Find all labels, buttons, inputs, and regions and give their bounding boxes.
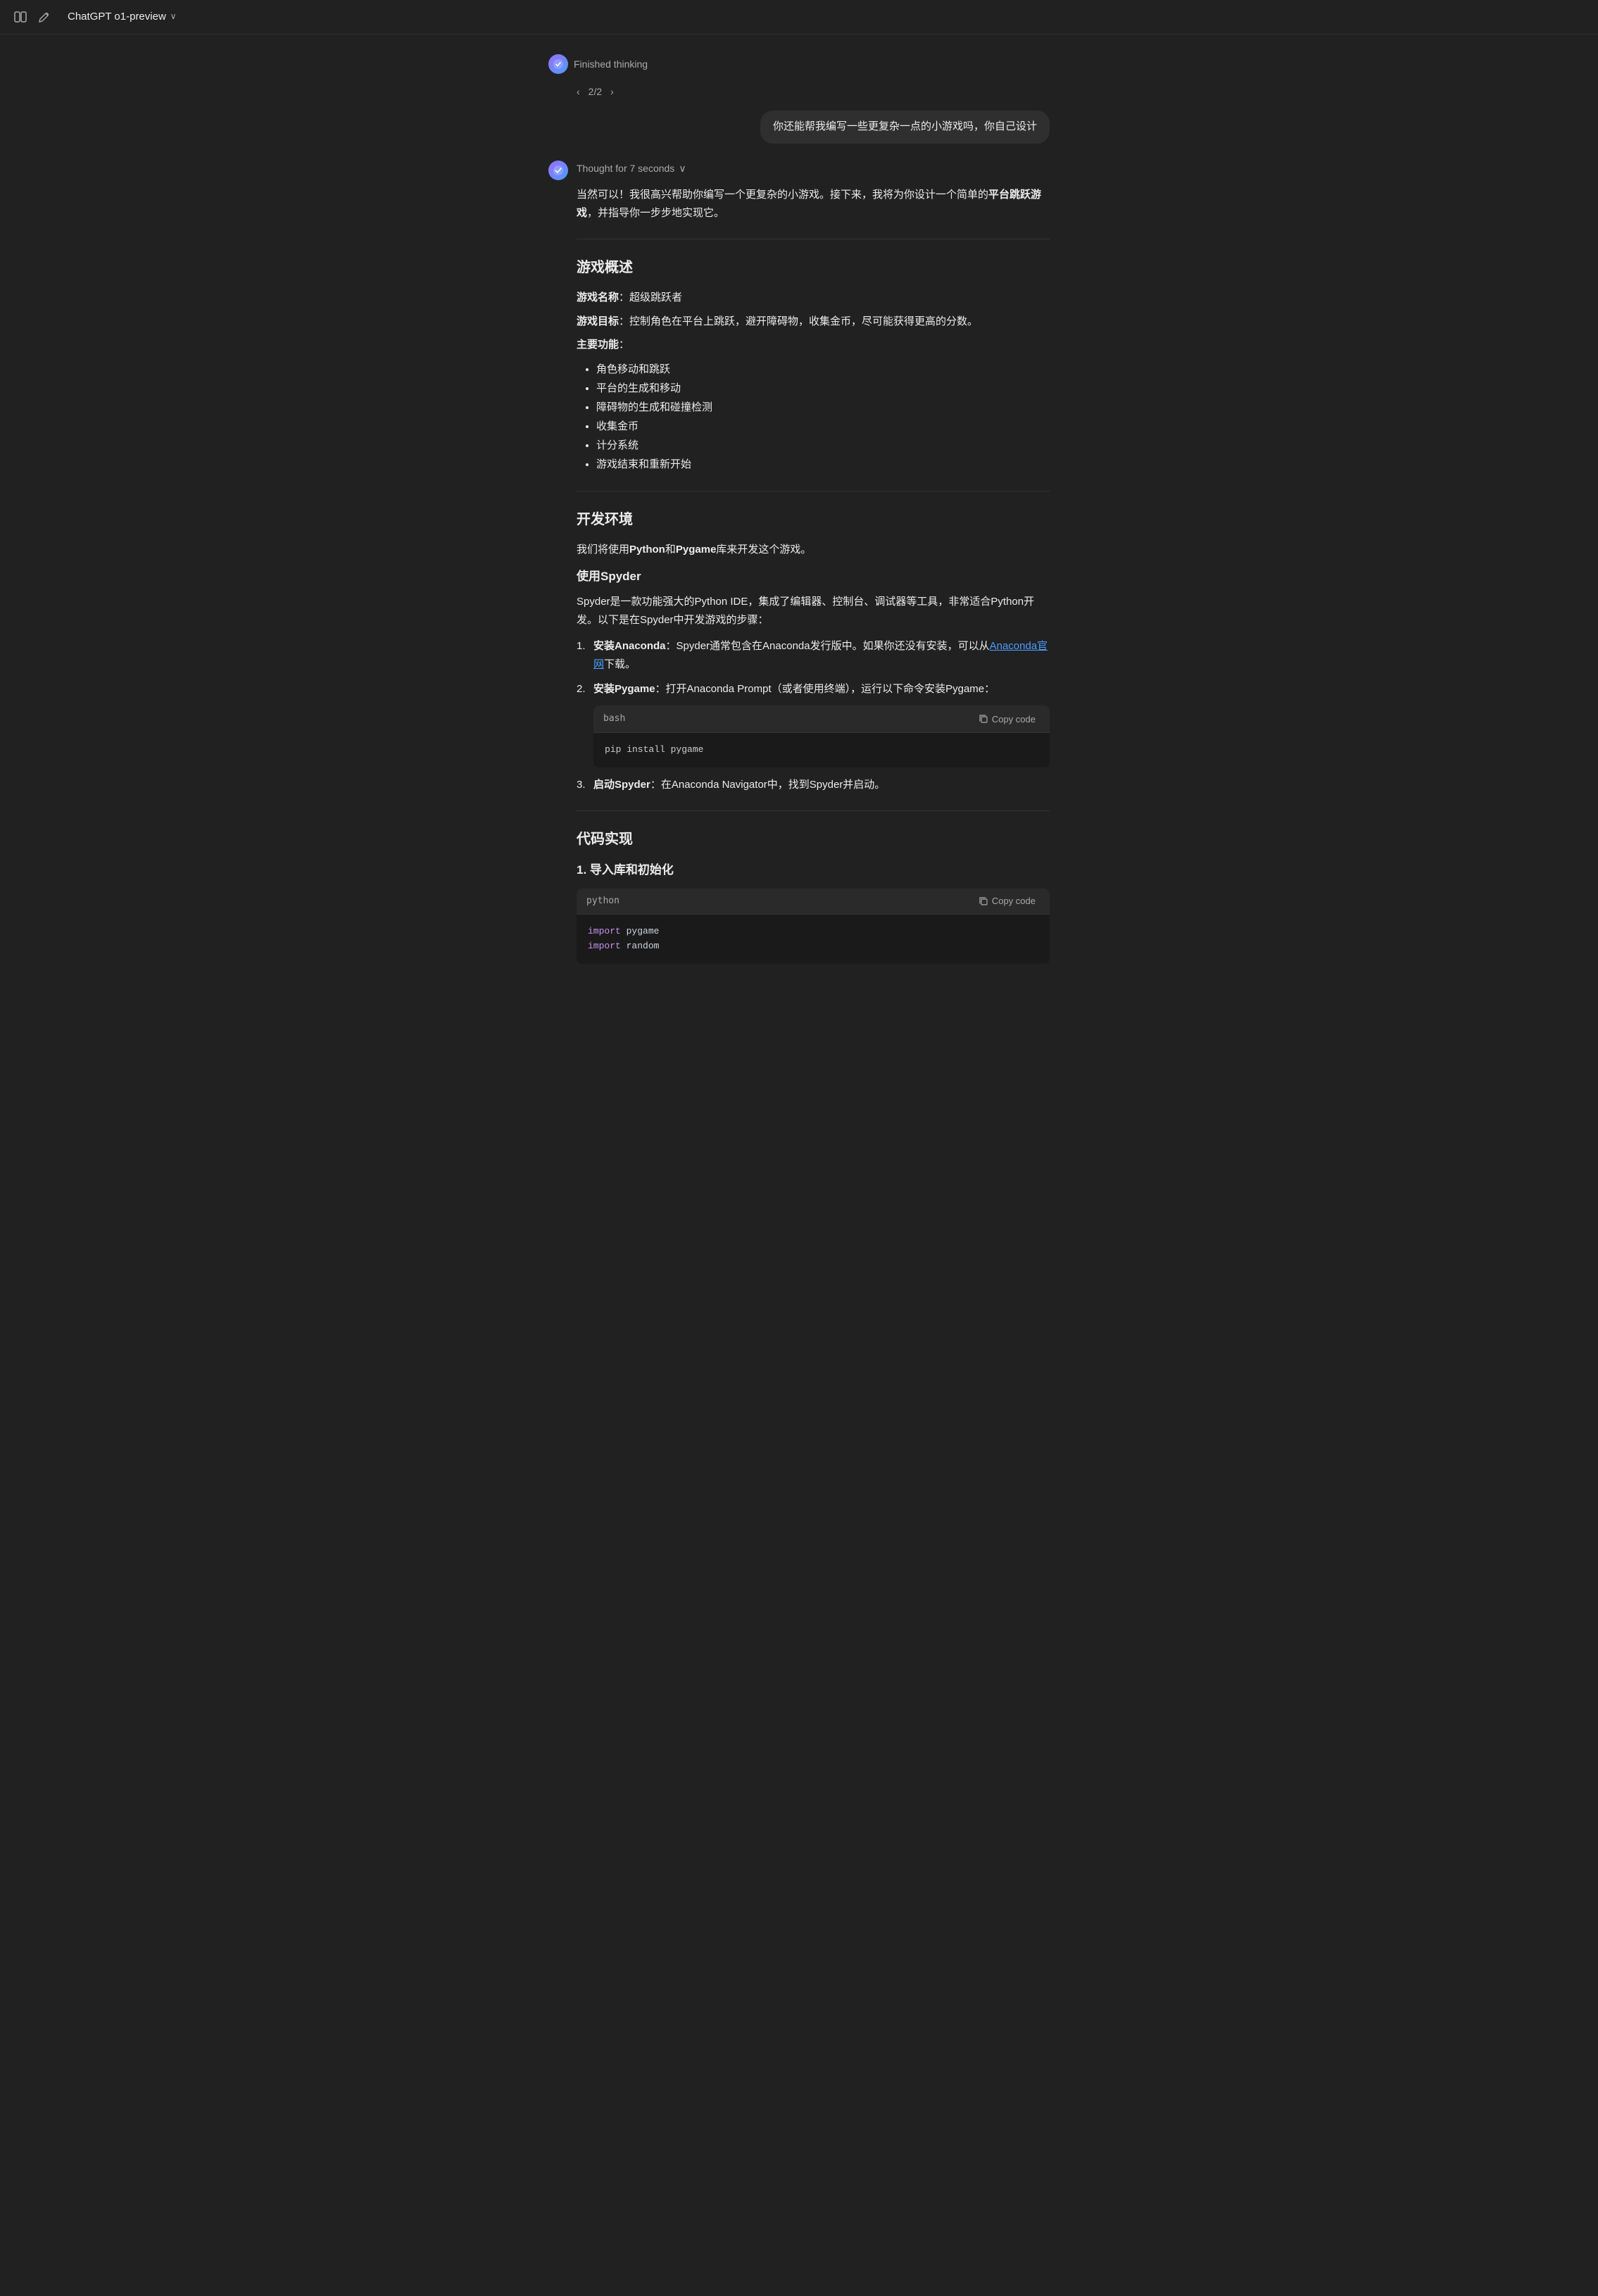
sidebar-toggle-button[interactable]	[11, 8, 30, 26]
list-item: 计分系统	[596, 436, 1050, 455]
python-code-header: python Copy code	[577, 889, 1050, 915]
page-indicator: 2/2	[589, 84, 602, 99]
section3-heading: 代码实现	[577, 828, 1050, 851]
bash-lang: bash	[603, 711, 625, 727]
chevron-down-icon: ∨	[170, 10, 177, 23]
divider-3	[577, 810, 1050, 811]
pagination: ‹ 2/2 ›	[548, 80, 1050, 111]
top-bar: ChatGPT o1-preview ∨	[0, 0, 1598, 34]
section3-subheading: 1. 导入库和初始化	[577, 860, 1050, 879]
python-copy-button[interactable]: Copy code	[974, 894, 1040, 908]
page-next-button[interactable]: ›	[608, 84, 617, 99]
intro-text: 当然可以！我很高兴帮助你编写一个更复杂的小游戏。接下来，我将为你设计一个简单的平…	[577, 186, 1050, 222]
bash-copy-button[interactable]: Copy code	[974, 713, 1040, 726]
list-item: 平台的生成和移动	[596, 379, 1050, 398]
python-lang: python	[586, 894, 619, 909]
list-item: 安装Anaconda：Spyder通常包含在Anaconda发行版中。如果你还没…	[577, 637, 1050, 673]
list-item: 角色移动和跳跃	[596, 360, 1050, 379]
section2-intro: 我们将使用Python和Pygame库来开发这个游戏。	[577, 541, 1050, 559]
game-goal-label: 游戏目标：控制角色在平台上跳跃，避开障碍物，收集金币，尽可能获得更高的分数。	[577, 313, 1050, 331]
model-selector[interactable]: ChatGPT o1-preview ∨	[62, 6, 182, 28]
new-chat-button[interactable]	[35, 8, 54, 26]
python-code-block: python Copy code import pygame import ra…	[577, 889, 1050, 964]
list-item: 安装Pygame：打开Anaconda Prompt（或者使用终端），运行以下命…	[577, 680, 1050, 767]
finished-thinking: Finished thinking	[548, 49, 1050, 80]
user-message-container: 你还能帮我编写一些更复杂一点的小游戏吗，你自己设计	[548, 111, 1050, 144]
ai-avatar	[548, 54, 568, 74]
ai-response-avatar	[548, 161, 568, 180]
bash-code-content: pip install pygame	[593, 733, 1050, 767]
bash-code-block: bash Copy code pip install pygame	[593, 705, 1050, 767]
section1-heading: 游戏概述	[577, 256, 1050, 279]
model-name: ChatGPT o1-preview	[68, 8, 166, 25]
list-item: 障碍物的生成和碰撞检测	[596, 398, 1050, 417]
features-list: 角色移动和跳跃 平台的生成和移动 障碍物的生成和碰撞检测 收集金币 计分系统 游…	[577, 360, 1050, 474]
code-line: import random	[588, 939, 1038, 954]
thought-header[interactable]: Thought for 7 seconds ∨	[577, 161, 1050, 176]
bash-code-header: bash Copy code	[593, 705, 1050, 733]
python-code-content: import pygame import random	[577, 915, 1050, 964]
page-prev-button[interactable]: ‹	[574, 84, 583, 99]
steps-list: 安装Anaconda：Spyder通常包含在Anaconda发行版中。如果你还没…	[577, 637, 1050, 793]
game-features-label: 主要功能：	[577, 336, 1050, 354]
main-content: Finished thinking ‹ 2/2 › 你还能帮我编写一些更复杂一点…	[531, 34, 1067, 1040]
finished-thinking-text: Finished thinking	[574, 56, 648, 72]
top-bar-icons	[11, 8, 54, 26]
spyder-intro: Spyder是一款功能强大的Python IDE，集成了编辑器、控制台、调试器等…	[577, 593, 1050, 629]
user-message: 你还能帮我编写一些更复杂一点的小游戏吗，你自己设计	[760, 111, 1050, 144]
thought-chevron-icon: ∨	[679, 161, 686, 176]
ai-response: Thought for 7 seconds ∨ 当然可以！我很高兴帮助你编写一个…	[548, 161, 1050, 972]
list-item: 启动Spyder：在Anaconda Navigator中，找到Spyder并启…	[577, 776, 1050, 794]
thought-header-text: Thought for 7 seconds	[577, 161, 674, 176]
ai-response-content: Thought for 7 seconds ∨ 当然可以！我很高兴帮助你编写一个…	[577, 161, 1050, 972]
code-line: import pygame	[588, 924, 1038, 939]
game-name-label: 游戏名称：超级跳跃者	[577, 289, 1050, 307]
list-item: 游戏结束和重新开始	[596, 455, 1050, 474]
section2-heading: 开发环境	[577, 508, 1050, 531]
list-item: 收集金币	[596, 417, 1050, 436]
spyder-heading: 使用Spyder	[577, 567, 1050, 586]
